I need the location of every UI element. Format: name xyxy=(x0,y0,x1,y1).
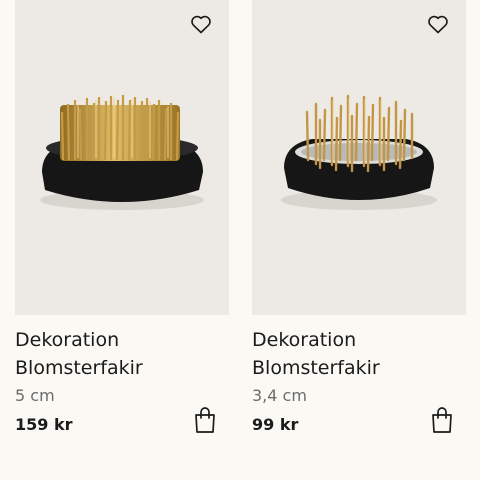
product-name-line2: Blomsterfakir xyxy=(15,357,143,379)
product-card[interactable]: Dekoration Blomsterfakir 3,4 cm 99 kr xyxy=(252,0,466,480)
product-image-area[interactable] xyxy=(252,0,466,315)
product-card[interactable]: Dekoration Blomsterfakir 5 cm 159 kr xyxy=(15,0,229,480)
heart-icon[interactable] xyxy=(426,12,450,36)
product-price: 159 kr xyxy=(15,415,73,434)
product-size: 5 cm xyxy=(15,386,55,405)
heart-icon[interactable] xyxy=(189,12,213,36)
product-size: 3,4 cm xyxy=(252,386,307,405)
shopping-bag-icon[interactable] xyxy=(430,406,454,434)
product-name[interactable]: Dekoration Blomsterfakir xyxy=(15,326,229,382)
product-name-line1: Dekoration xyxy=(252,329,357,351)
product-name[interactable]: Dekoration Blomsterfakir xyxy=(252,326,466,382)
product-name-line2: Blomsterfakir xyxy=(252,357,380,379)
product-name-line1: Dekoration xyxy=(15,329,120,351)
flower-frog-image xyxy=(40,95,204,210)
product-image-area[interactable] xyxy=(15,0,229,315)
product-price: 99 kr xyxy=(252,415,299,434)
flower-frog-image xyxy=(281,94,437,210)
shopping-bag-icon[interactable] xyxy=(193,406,217,434)
